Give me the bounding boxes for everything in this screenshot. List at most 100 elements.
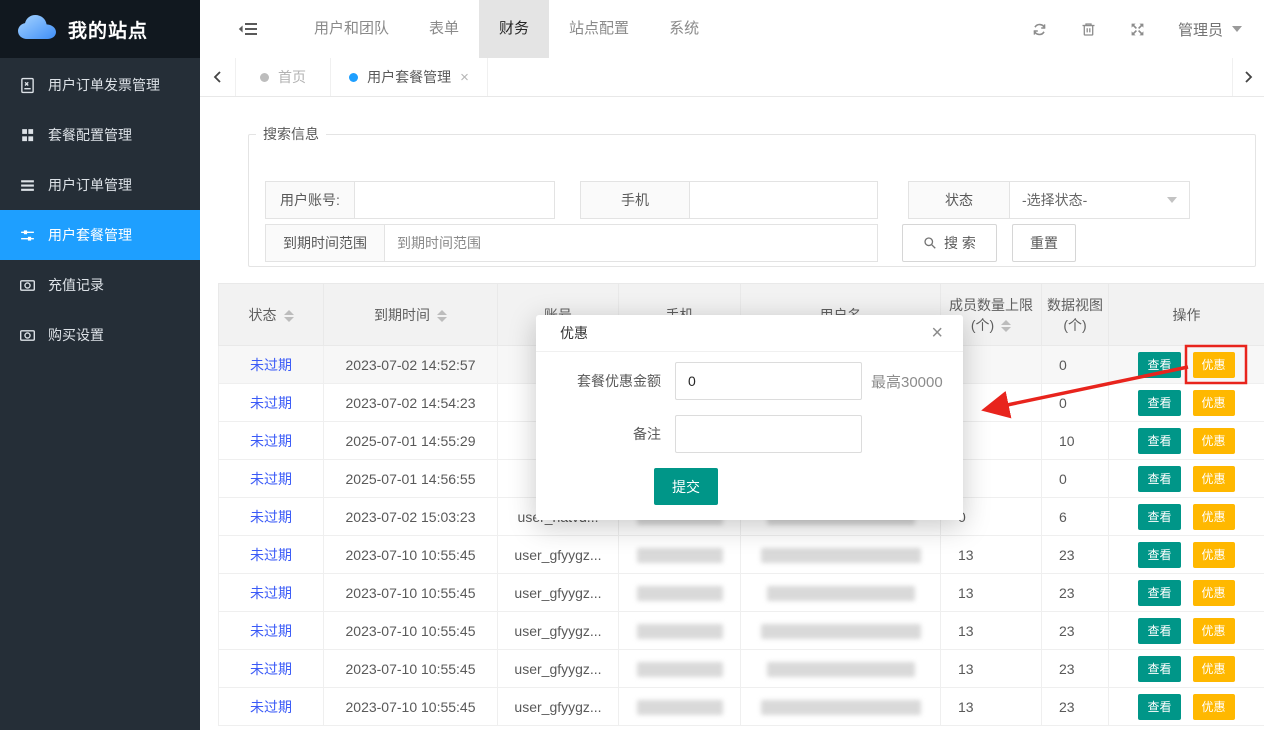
discount-button[interactable]: 优惠 <box>1193 656 1235 682</box>
status-select[interactable]: -选择状态- <box>1010 181 1190 219</box>
tab-user-package-management[interactable]: 用户套餐管理 × <box>331 58 488 96</box>
data-view-cell: 23 <box>1042 612 1109 650</box>
member-limit-cell: 13 <box>941 574 1042 612</box>
table-row: 未过期2023-07-10 10:55:45user_gfyygz...1323… <box>219 612 1264 650</box>
sort-icon[interactable] <box>437 310 447 322</box>
discount-button[interactable]: 优惠 <box>1193 428 1235 454</box>
admin-menu[interactable]: 管理员 <box>1178 19 1242 40</box>
view-button[interactable]: 查看 <box>1138 542 1180 568</box>
status-link[interactable]: 未过期 <box>250 509 292 525</box>
status-link[interactable]: 未过期 <box>250 433 292 449</box>
status-link[interactable]: 未过期 <box>250 661 292 677</box>
discount-button[interactable]: 优惠 <box>1193 694 1235 720</box>
top-nav: 用户和团队 表单 财务 站点配置 系统 <box>294 0 719 58</box>
view-button[interactable]: 查看 <box>1138 466 1180 492</box>
data-view-cell: 23 <box>1042 650 1109 688</box>
discount-button[interactable]: 优惠 <box>1193 618 1235 644</box>
tab-home[interactable]: 首页 <box>236 58 331 96</box>
view-button[interactable]: 查看 <box>1138 580 1180 606</box>
discount-amount-input[interactable] <box>675 362 862 400</box>
username-cell <box>741 612 941 650</box>
reset-button[interactable]: 重置 <box>1012 224 1076 262</box>
username-cell <box>741 536 941 574</box>
nav-forms[interactable]: 表单 <box>409 0 479 58</box>
close-icon[interactable]: × <box>931 323 943 343</box>
table-row: 未过期2023-07-10 10:55:45user_gfyygz...1323… <box>219 688 1264 726</box>
expire-time-cell: 2023-07-10 10:55:45 <box>324 688 498 726</box>
search-button[interactable]: 搜 索 <box>902 224 997 262</box>
sidebar-item-package-config[interactable]: 套餐配置管理 <box>0 110 200 160</box>
sort-icon[interactable] <box>1001 320 1011 332</box>
discount-modal: 优惠 × 套餐优惠金额 最高30000 备注 提交 <box>536 315 963 520</box>
status-link[interactable]: 未过期 <box>250 357 292 373</box>
view-button[interactable]: 查看 <box>1138 428 1180 454</box>
view-button[interactable]: 查看 <box>1138 618 1180 644</box>
discount-button[interactable]: 优惠 <box>1193 390 1235 416</box>
tabs-scroll-left-icon[interactable] <box>200 58 236 96</box>
discount-button[interactable]: 优惠 <box>1193 352 1235 378</box>
status-select-value: -选择状态- <box>1022 190 1087 210</box>
view-button[interactable]: 查看 <box>1138 694 1180 720</box>
nav-users-teams[interactable]: 用户和团队 <box>294 0 409 58</box>
account-input[interactable] <box>355 181 555 219</box>
view-button[interactable]: 查看 <box>1138 656 1180 682</box>
submit-button[interactable]: 提交 <box>654 468 718 505</box>
data-view-cell: 0 <box>1042 346 1109 384</box>
actions-cell: 查看优惠 <box>1109 688 1264 726</box>
status-link[interactable]: 未过期 <box>250 699 292 715</box>
search-button-label: 搜 索 <box>944 233 976 253</box>
date-range-label: 到期时间范围 <box>265 224 385 262</box>
discount-button[interactable]: 优惠 <box>1193 466 1235 492</box>
status-link[interactable]: 未过期 <box>250 585 292 601</box>
status-link[interactable]: 未过期 <box>250 395 292 411</box>
sidebar-item-user-package-management[interactable]: 用户套餐管理 <box>0 210 200 260</box>
refresh-icon[interactable] <box>1031 21 1048 38</box>
status-cell: 未过期 <box>219 384 324 422</box>
sidebar-item-label: 充值记录 <box>48 275 104 295</box>
account-cell: user_gfyygz... <box>498 688 619 726</box>
status-cell: 未过期 <box>219 688 324 726</box>
trash-icon[interactable] <box>1080 21 1097 38</box>
tab-close-icon[interactable]: × <box>460 69 469 86</box>
status-link[interactable]: 未过期 <box>250 471 292 487</box>
note-input[interactable] <box>675 415 862 453</box>
column-header[interactable]: 到期时间 <box>324 284 498 346</box>
tab-dot-icon <box>349 73 358 82</box>
column-header[interactable]: 状态 <box>219 284 324 346</box>
tabs-scroll-right-icon[interactable] <box>1232 58 1264 96</box>
data-view-cell: 23 <box>1042 688 1109 726</box>
status-label: 状态 <box>908 181 1010 219</box>
status-link[interactable]: 未过期 <box>250 623 292 639</box>
collapse-menu-icon[interactable] <box>238 21 258 37</box>
sidebar-item-invoice-management[interactable]: 用户订单发票管理 <box>0 60 200 110</box>
modal-header: 优惠 × <box>536 315 963 352</box>
discount-button[interactable]: 优惠 <box>1193 542 1235 568</box>
column-header-label: 操作 <box>1173 307 1201 323</box>
sidebar-item-recharge-records[interactable]: 充值记录 <box>0 260 200 310</box>
tab-label: 首页 <box>278 67 306 87</box>
date-range-input[interactable] <box>385 224 878 262</box>
sidebar-item-purchase-settings[interactable]: 购买设置 <box>0 310 200 360</box>
member-limit-cell: 13 <box>941 612 1042 650</box>
chevron-down-icon <box>1167 197 1177 203</box>
column-header: 数据视图(个) <box>1042 284 1109 346</box>
status-link[interactable]: 未过期 <box>250 547 292 563</box>
view-button[interactable]: 查看 <box>1138 390 1180 416</box>
sidebar-menu: 用户订单发票管理 套餐配置管理 用户订单管理 用户套餐管理 充值记录 购买设置 <box>0 60 200 360</box>
sort-icon[interactable] <box>284 310 294 322</box>
view-button[interactable]: 查看 <box>1138 504 1180 530</box>
phone-cell <box>619 612 741 650</box>
fullscreen-icon[interactable] <box>1129 21 1146 38</box>
sidebar-item-order-management[interactable]: 用户订单管理 <box>0 160 200 210</box>
invoice-icon <box>19 77 36 94</box>
nav-site-config[interactable]: 站点配置 <box>549 0 649 58</box>
expire-time-cell: 2025-07-01 14:55:29 <box>324 422 498 460</box>
discount-button[interactable]: 优惠 <box>1193 580 1235 606</box>
view-button[interactable]: 查看 <box>1138 352 1180 378</box>
data-view-cell: 23 <box>1042 574 1109 612</box>
status-cell: 未过期 <box>219 650 324 688</box>
nav-finance[interactable]: 财务 <box>479 0 549 58</box>
discount-button[interactable]: 优惠 <box>1193 504 1235 530</box>
phone-input[interactable] <box>690 181 878 219</box>
nav-system[interactable]: 系统 <box>649 0 719 58</box>
